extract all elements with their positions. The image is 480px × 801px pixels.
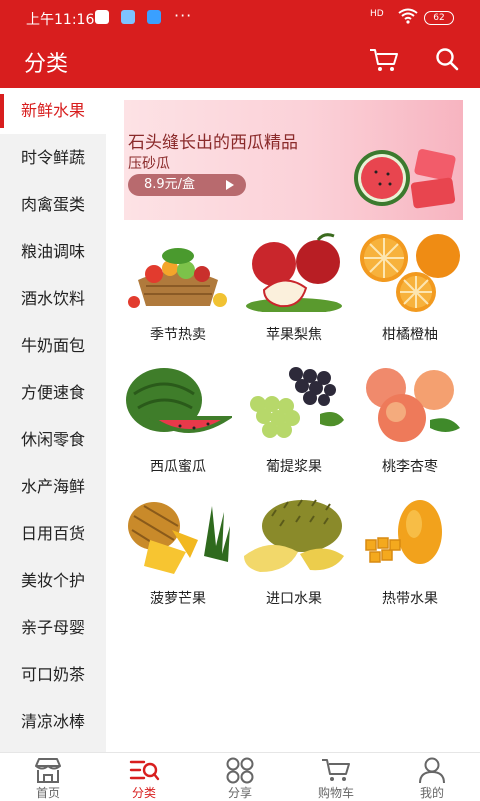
notification-app-icon <box>95 10 109 24</box>
sidebar-item-seafood[interactable]: 水产海鲜 <box>0 464 106 510</box>
sidebar-item-snacks[interactable]: 休闲零食 <box>0 417 106 463</box>
tab-category[interactable]: 分类 <box>104 753 184 801</box>
category-label: 桃李杏枣 <box>382 459 438 475</box>
category-label: 季节热卖 <box>150 327 206 343</box>
bottom-tab-bar: 首页 分类 分享 购物车 我的 <box>0 752 480 801</box>
watermelon-slice-image <box>354 149 456 209</box>
tab-label: 分类 <box>131 786 156 800</box>
storefront-icon <box>35 758 61 783</box>
category-card-citrus[interactable]: 柑橘橙柚 <box>356 232 464 350</box>
cart-icon[interactable] <box>368 46 400 74</box>
sidebar-item-meat-poultry-eggs[interactable]: 肉禽蛋类 <box>0 182 106 228</box>
notification-app-icon <box>121 10 135 24</box>
share-grid-icon <box>226 757 254 784</box>
page-title: 分类 <box>24 52 69 77</box>
status-bar: 上午11:16 ··· HD 62 <box>0 0 480 34</box>
notification-app-icon <box>147 10 161 24</box>
tab-cart[interactable]: 购物车 <box>296 753 376 801</box>
promo-banner[interactable]: 石头缝长出的西瓜精品 压砂瓜 8.9元/盒 <box>124 100 463 220</box>
orange-image <box>360 234 460 312</box>
category-card-pineapple-mango[interactable]: 菠萝芒果 <box>124 496 232 614</box>
status-time: 上午11:16 <box>26 12 95 28</box>
tab-label: 分享 <box>227 786 252 800</box>
tab-home[interactable]: 首页 <box>8 753 88 801</box>
sidebar-item-milk-tea[interactable]: 可口奶茶 <box>0 652 106 698</box>
grapes-image <box>250 367 344 438</box>
category-sidebar: 新鲜水果 时令鲜蔬 肉禽蛋类 粮油调味 酒水饮料 牛奶面包 方便速食 休闲零食 … <box>0 88 106 752</box>
sidebar-item-grain-oil-seasoning[interactable]: 粮油调味 <box>0 229 106 275</box>
wifi-icon <box>398 8 418 24</box>
banner-price-button[interactable]: 8.9元/盒 <box>128 174 246 196</box>
sidebar-item-daily-goods[interactable]: 日用百货 <box>0 511 106 557</box>
category-list-icon <box>129 760 160 781</box>
sidebar-item-fresh-fruit[interactable]: 新鲜水果 <box>0 88 106 134</box>
cart-icon <box>322 759 350 781</box>
category-card-imported-fruit[interactable]: 进口水果 <box>240 496 348 614</box>
battery-icon: 62 <box>424 11 454 25</box>
header-bar: 分类 <box>0 34 480 88</box>
fruit-basket-image <box>128 248 227 308</box>
category-label: 柑橘橙柚 <box>382 327 438 343</box>
more-notifications-icon: ··· <box>174 6 193 25</box>
category-label: 葡提浆果 <box>266 459 322 475</box>
pineapple-image <box>128 502 230 574</box>
peach-image <box>366 368 460 442</box>
banner-headline: 石头缝长出的西瓜精品 <box>128 133 298 153</box>
network-type-label: HD <box>370 9 384 19</box>
sidebar-item-milk-bread[interactable]: 牛奶面包 <box>0 323 106 369</box>
sidebar-item-ice-pops[interactable]: 清凉冰棒 <box>0 699 106 745</box>
category-label: 西瓜蜜瓜 <box>150 459 206 475</box>
user-icon <box>419 757 445 784</box>
apple-image <box>246 233 342 312</box>
durian-image <box>244 499 344 572</box>
sidebar-item-mother-baby[interactable]: 亲子母婴 <box>0 605 106 651</box>
category-card-melon[interactable]: 西瓜蜜瓜 <box>124 364 232 482</box>
tab-label: 首页 <box>35 786 60 800</box>
category-label: 菠萝芒果 <box>150 591 206 607</box>
tab-label: 购物车 <box>317 786 354 800</box>
tab-mine[interactable]: 我的 <box>392 753 472 801</box>
banner-price: 8.9元/盒 <box>144 177 196 192</box>
play-arrow-icon <box>226 180 234 190</box>
sidebar-item-drinks[interactable]: 酒水饮料 <box>0 276 106 322</box>
category-card-seasonal-hot[interactable]: 季节热卖 <box>124 232 232 350</box>
sidebar-item-instant-food[interactable]: 方便速食 <box>0 370 106 416</box>
category-card-apple-pear-banana[interactable]: 苹果梨焦 <box>240 232 348 350</box>
sidebar-item-seasonal-vegetables[interactable]: 时令鲜蔬 <box>0 135 106 181</box>
category-card-peach-plum[interactable]: 桃李杏枣 <box>356 364 464 482</box>
category-label: 热带水果 <box>382 591 438 607</box>
category-card-tropical-fruit[interactable]: 热带水果 <box>356 496 464 614</box>
tab-label: 我的 <box>419 786 444 800</box>
sidebar-item-beauty-care[interactable]: 美妆个护 <box>0 558 106 604</box>
category-card-grapes-berries[interactable]: 葡提浆果 <box>240 364 348 482</box>
banner-product-name: 压砂瓜 <box>128 156 170 172</box>
tab-share[interactable]: 分享 <box>200 753 280 801</box>
category-label: 进口水果 <box>266 591 322 607</box>
search-icon[interactable] <box>434 46 460 72</box>
watermelon-image <box>126 368 232 433</box>
mango-image <box>365 500 442 564</box>
category-label: 苹果梨焦 <box>266 327 322 343</box>
